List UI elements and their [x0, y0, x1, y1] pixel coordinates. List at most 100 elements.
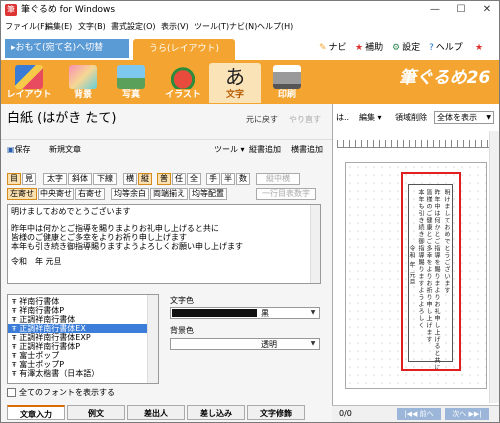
- text-color-select[interactable]: 黒 ▼: [170, 307, 320, 319]
- category-layout[interactable]: レイアウト: [3, 63, 55, 103]
- vertical-button[interactable]: 縦: [138, 173, 152, 185]
- page-counter: 0/0: [339, 409, 352, 418]
- assist-link[interactable]: ★ 補助: [355, 42, 383, 54]
- layout-icon: [15, 65, 43, 89]
- save-icon: ▣: [7, 145, 15, 154]
- distribute-button[interactable]: 均等配置: [189, 188, 227, 200]
- format-view-button[interactable]: 見: [22, 173, 36, 185]
- font-item[interactable]: Ŧ 富士ポップ: [8, 351, 149, 360]
- category-background[interactable]: 背景: [57, 63, 109, 103]
- menu-help[interactable]: ヘルプ(H): [257, 20, 293, 33]
- align-center-button[interactable]: 中央寄せ: [38, 188, 74, 200]
- gear-icon: ⚙: [392, 43, 401, 53]
- undo-button[interactable]: 元に戻す: [246, 114, 278, 125]
- category-photo[interactable]: 写真: [105, 63, 157, 103]
- truetype-icon: Ŧ: [12, 307, 17, 315]
- brush-character-icon: あ: [225, 65, 245, 89]
- truetype-icon: Ŧ: [12, 334, 17, 342]
- star-icon: ★: [355, 43, 364, 53]
- normal-button[interactable]: 普: [157, 173, 171, 185]
- font-list[interactable]: Ŧ 祥南行書体 Ŧ 祥南行書体P Ŧ 正調祥南行書体 Ŧ 正調祥南行書体EX Ŧ 正調祥南…: [7, 294, 159, 384]
- font-item[interactable]: Ŧ 正調祥南行書体: [8, 315, 149, 324]
- maximize-button[interactable]: ☐: [447, 1, 475, 19]
- underline-button[interactable]: 下線: [93, 173, 117, 185]
- justify-button[interactable]: 両端揃え: [150, 188, 188, 200]
- tool-menu[interactable]: ツール ▾: [214, 145, 245, 155]
- custom-button[interactable]: 任: [172, 173, 186, 185]
- truetype-icon: Ŧ: [12, 316, 17, 324]
- editor-scrollbar[interactable]: [310, 205, 320, 283]
- save-button[interactable]: ▣保存: [7, 145, 31, 155]
- menu-text[interactable]: 文字(B): [78, 20, 106, 33]
- format-eye-button[interactable]: 目: [7, 173, 21, 185]
- tab-layout[interactable]: うら(レイアウト): [133, 39, 235, 60]
- halfwidth-button[interactable]: 半: [221, 173, 235, 185]
- next-page-button[interactable]: 次へ ▶▶|: [445, 408, 489, 420]
- vertical-add-button[interactable]: 縦書追加: [249, 145, 281, 155]
- font-list-scrollbar[interactable]: [147, 295, 158, 383]
- tab-merge[interactable]: 差し込み: [187, 405, 245, 420]
- align-left-button[interactable]: 左寄せ: [7, 188, 37, 200]
- text-editor[interactable]: 明けましておめでとうございます 昨年中は何かとご指導を賜りまよりお礼申し上げると…: [7, 204, 321, 284]
- font-item[interactable]: Ŧ 正調祥南行書体P: [8, 342, 149, 351]
- watermelon-icon: [169, 65, 197, 89]
- chevron-down-icon: ▼: [310, 309, 316, 316]
- menu-tools[interactable]: ツール(T): [194, 20, 229, 33]
- first-line-number-button[interactable]: 一行目表数字: [256, 188, 316, 200]
- font-item[interactable]: Ŧ 祥南行書体P: [8, 306, 149, 315]
- align-right-button[interactable]: 右寄せ: [75, 188, 105, 200]
- horizontal-button[interactable]: 横: [123, 173, 137, 185]
- number-button[interactable]: 数: [236, 173, 250, 185]
- tab-sender[interactable]: 差出人: [127, 405, 185, 420]
- close-button[interactable]: ✕: [473, 1, 499, 19]
- favorite-link[interactable]: ★: [475, 42, 485, 54]
- tab-text-decoration[interactable]: 文字修飾: [247, 405, 305, 420]
- navi-link[interactable]: ✎ ナビ: [319, 42, 347, 54]
- minimize-button[interactable]: —: [421, 1, 449, 19]
- prev-page-button[interactable]: |◀◀ 前へ: [397, 408, 441, 420]
- truetype-icon: Ŧ: [12, 325, 17, 333]
- editor-line: 本年も引き続き御指導賜りますようよろしくお願い申し上げます: [11, 242, 243, 251]
- document-title: 白紙 (はがき たて): [7, 111, 117, 126]
- menu-format[interactable]: 書式設定(O): [111, 20, 156, 33]
- italic-button[interactable]: 斜体: [68, 173, 92, 185]
- category-print[interactable]: 印刷: [261, 63, 313, 103]
- question-icon: ?: [429, 43, 434, 53]
- font-item-selected[interactable]: Ŧ 正調祥南行書体EX: [8, 324, 149, 333]
- menu-file[interactable]: ファイル(F): [5, 20, 48, 33]
- show-all-fonts-label: 全てのフォントを表示する: [19, 388, 115, 397]
- menu-navi[interactable]: ナビ(N): [229, 20, 257, 33]
- horizontal-add-button[interactable]: 横書追加: [291, 145, 323, 155]
- menu-edit[interactable]: 編集(E): [45, 20, 72, 33]
- tate-chu-yoko-button[interactable]: 縦中横: [256, 173, 300, 185]
- show-all-fonts-checkbox[interactable]: [7, 388, 16, 397]
- new-text-button[interactable]: 新規文章: [49, 145, 81, 155]
- menu-view[interactable]: 表示(V): [161, 20, 189, 33]
- background-color-select[interactable]: 透明 ▼: [170, 338, 320, 350]
- redo-button[interactable]: やり直す: [289, 114, 321, 125]
- delete-area-button[interactable]: 領域削除: [395, 113, 427, 123]
- category-text[interactable]: あ 文字: [209, 63, 261, 103]
- bold-button[interactable]: 太字: [43, 173, 67, 185]
- preview-edit-menu[interactable]: 編集 ▾: [359, 113, 382, 123]
- font-item[interactable]: Ŧ 富士ポップP: [8, 360, 149, 369]
- font-item[interactable]: Ŧ 有澤太楷書（日本語）: [8, 369, 149, 378]
- tab-example-text[interactable]: 例文: [67, 405, 125, 420]
- equal-margin-button[interactable]: 均等余白: [111, 188, 149, 200]
- help-link[interactable]: ? ヘルプ: [429, 42, 463, 54]
- editor-line: 明けましておめでとうございます: [11, 207, 131, 216]
- settings-link[interactable]: ⚙ 設定: [392, 42, 420, 54]
- view-select[interactable]: 全体を表示 ▼: [434, 111, 494, 124]
- chevron-down-icon: ▾: [377, 113, 382, 122]
- tab-text-input[interactable]: 文章入力: [7, 405, 65, 420]
- preview-scrollbar[interactable]: [489, 131, 499, 403]
- font-item[interactable]: Ŧ 祥南行書体: [8, 297, 149, 306]
- category-illustration[interactable]: イラスト: [157, 63, 209, 103]
- fullwidth-button[interactable]: 全: [187, 173, 201, 185]
- switch-front-button[interactable]: ▸おもて(宛て名)へ切替: [5, 39, 129, 58]
- chevron-down-icon: ▼: [486, 114, 491, 121]
- preview-tool-button[interactable]: は..: [336, 113, 349, 123]
- font-item[interactable]: Ŧ 正調祥南行書体EXP: [8, 333, 149, 342]
- handwriting-button[interactable]: 手: [206, 173, 220, 185]
- truetype-icon: Ŧ: [12, 298, 17, 306]
